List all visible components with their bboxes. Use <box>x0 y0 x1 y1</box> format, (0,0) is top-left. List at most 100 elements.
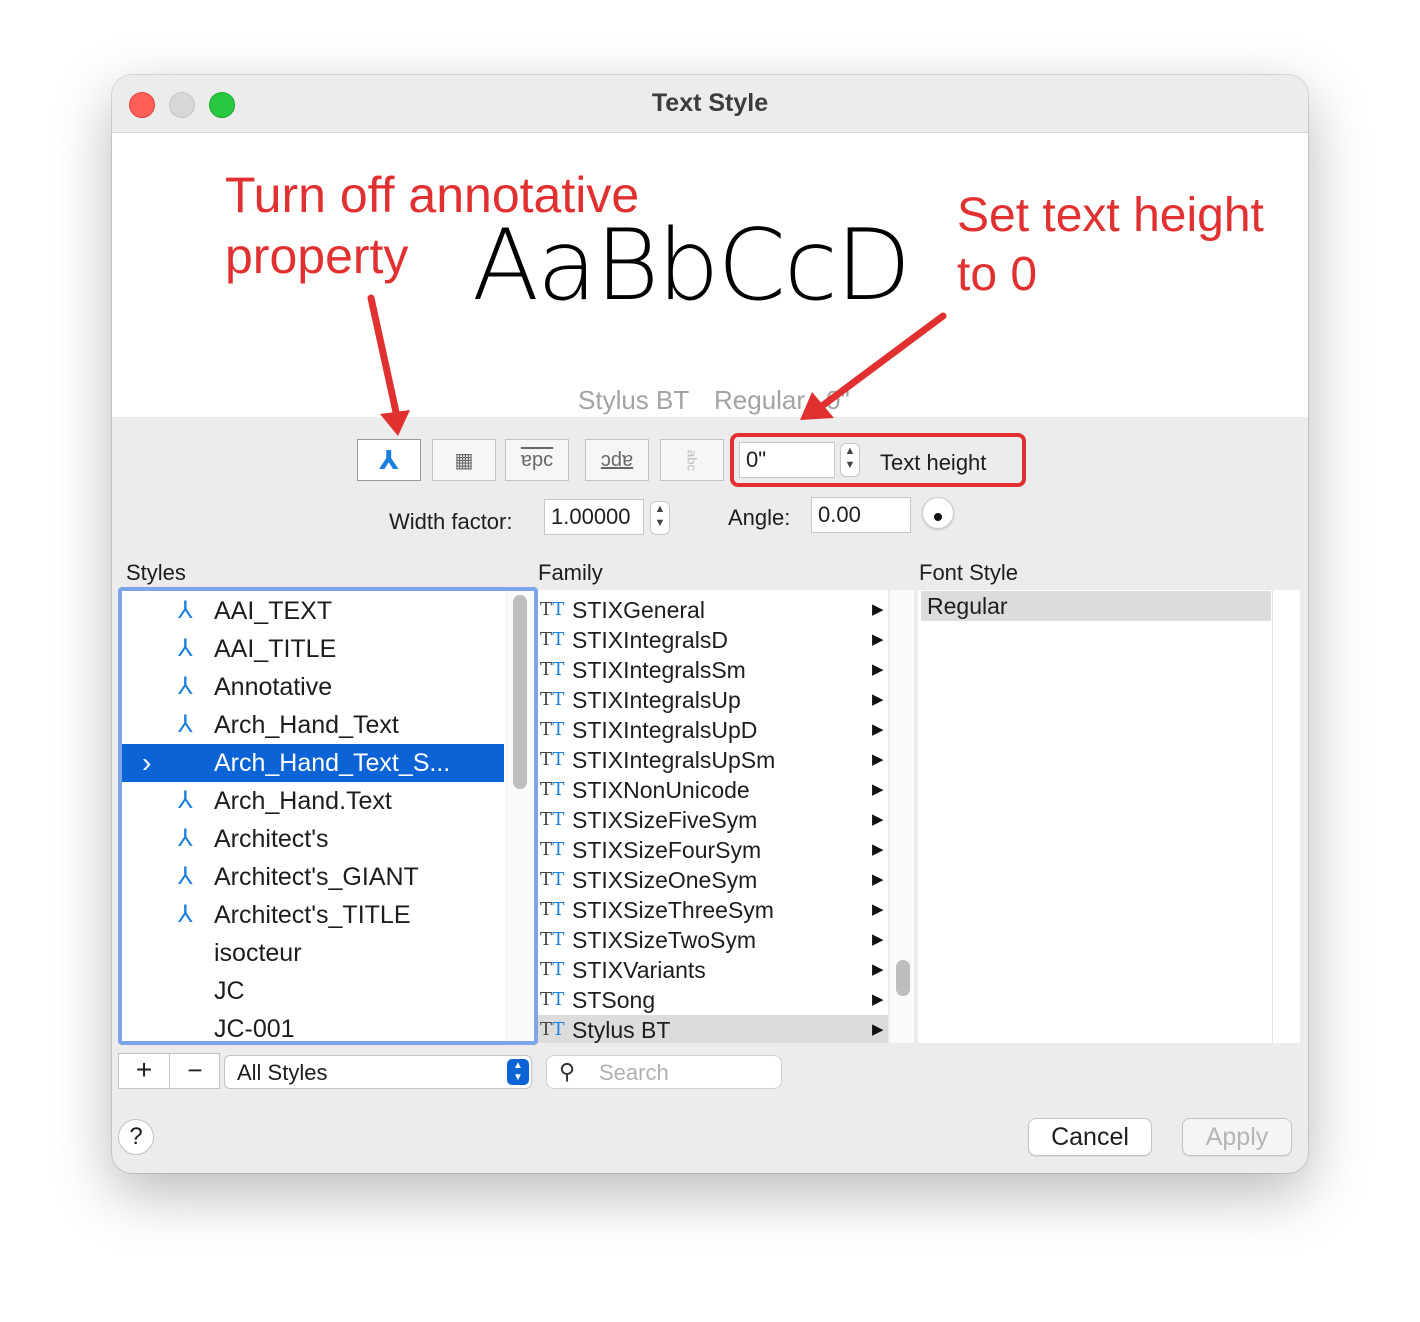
style-item[interactable]: ⅄ AAI_TEXT <box>122 592 504 630</box>
style-item[interactable]: › Arch_Hand_Text_S... <box>122 744 504 782</box>
backwards-button[interactable]: ɔdɐ <box>585 439 649 481</box>
family-item[interactable]: TT STIXSizeTwoSym ▶ <box>538 925 888 955</box>
family-item-label: STIXSizeFiveSym <box>572 807 758 833</box>
annotative-icon: ⅄ <box>178 711 193 738</box>
submenu-arrow-icon: ▶ <box>872 811 884 828</box>
styles-list[interactable]: ⅄ AAI_TEXT ⅄ AAI_TITLE ⅄ Annotative ⅄ Arch_Hand… <box>118 587 538 1045</box>
angle-dial[interactable] <box>922 497 954 529</box>
truetype-font-icon: TT <box>540 779 565 800</box>
angle-input[interactable]: 0.00 <box>811 497 911 533</box>
submenu-arrow-icon: ▶ <box>872 871 884 888</box>
style-item-label: isocteur <box>214 939 302 967</box>
match-style-button[interactable]: ▦ <box>432 439 496 481</box>
upside-down-button[interactable]: ɐpc <box>505 439 569 481</box>
style-item[interactable]: JC-001 <box>122 1010 504 1041</box>
truetype-font-icon: TT <box>540 839 565 860</box>
annotative-callout-text: Turn off annotative property <box>225 165 639 287</box>
annotative-callout-line2: property <box>225 228 409 284</box>
truetype-font-icon: TT <box>540 599 565 620</box>
family-item[interactable]: TT STIXIntegralsUpD ▶ <box>538 715 888 745</box>
submenu-arrow-icon: ▶ <box>872 961 884 978</box>
family-item-label: Stylus BT <box>572 1017 671 1043</box>
family-scrollbar-thumb[interactable] <box>896 960 910 996</box>
style-item[interactable]: ⅄ Architect's <box>122 820 504 858</box>
vertical-text-icon: abc <box>684 449 700 471</box>
style-item-label: Architect's_GIANT <box>214 863 419 891</box>
style-item[interactable]: JC <box>122 972 504 1010</box>
submenu-arrow-icon: ▶ <box>872 1021 884 1038</box>
style-item-label: AAI_TITLE <box>214 635 337 663</box>
style-item[interactable]: ⅄ AAI_TITLE <box>122 630 504 668</box>
vertical-button[interactable]: abc <box>660 439 724 481</box>
apply-button[interactable]: Apply <box>1182 1118 1292 1156</box>
help-button[interactable]: ? <box>118 1119 154 1155</box>
font-style-divider <box>1272 590 1273 1043</box>
annotative-toggle-button[interactable]: ⅄ <box>357 439 421 481</box>
annotative-icon: ⅄ <box>178 901 193 928</box>
family-item[interactable]: TT STIXSizeOneSym ▶ <box>538 865 888 895</box>
family-item[interactable]: TT STIXNonUnicode ▶ <box>538 775 888 805</box>
font-style-item-regular[interactable]: Regular <box>921 591 1271 621</box>
family-item[interactable]: TT Stylus BT ▶ <box>538 1015 888 1043</box>
font-style-list[interactable]: Regular <box>918 590 1300 1043</box>
truetype-font-icon: TT <box>540 959 565 980</box>
style-item-label: Annotative <box>214 673 333 701</box>
style-filter-select[interactable]: All Styles ▲ ▼ <box>224 1055 532 1089</box>
truetype-font-icon: TT <box>540 629 565 650</box>
family-item[interactable]: TT STIXSizeFiveSym ▶ <box>538 805 888 835</box>
select-arrows-icon: ▲ ▼ <box>507 1059 529 1085</box>
add-style-button[interactable]: + <box>119 1054 170 1088</box>
family-list[interactable]: TT STIXGeneral ▶ TT STIXIntegralsD ▶ TT STIXInt… <box>538 590 888 1043</box>
truetype-font-icon: TT <box>540 899 565 920</box>
truetype-font-icon: TT <box>540 989 565 1010</box>
family-item[interactable]: TT STIXIntegralsD ▶ <box>538 625 888 655</box>
truetype-font-icon: TT <box>540 719 565 740</box>
annotative-icon: ⅄ <box>178 673 193 700</box>
style-item[interactable]: ⅄ Architect's_GIANT <box>122 858 504 896</box>
family-item-label: STIXIntegralsSm <box>572 657 746 683</box>
family-item[interactable]: TT STSong ▶ <box>538 985 888 1015</box>
truetype-font-icon: TT <box>540 689 565 710</box>
style-item[interactable]: ⅄ Architect's_TITLE <box>122 896 504 934</box>
family-item[interactable]: TT STIXIntegralsUp ▶ <box>538 685 888 715</box>
style-item[interactable]: ⅄ Arch_Hand_Text <box>122 706 504 744</box>
annotative-icon: ⅄ <box>178 787 193 814</box>
width-factor-stepper[interactable]: ▲ ▼ <box>650 501 670 535</box>
family-item[interactable]: TT STIXGeneral ▶ <box>538 595 888 625</box>
family-search-field[interactable]: ⚲ Search <box>546 1055 782 1089</box>
family-scrollbar-track[interactable] <box>890 590 914 1043</box>
family-item[interactable]: TT STIXVariants ▶ <box>538 955 888 985</box>
search-icon: ⚲ <box>559 1059 576 1084</box>
submenu-arrow-icon: ▶ <box>872 721 884 738</box>
width-factor-input[interactable]: 1.00000 <box>544 499 644 535</box>
submenu-arrow-icon: ▶ <box>872 661 884 678</box>
disclosure-chevron-icon[interactable]: › <box>142 744 151 782</box>
family-item[interactable]: TT STIXSizeFourSym ▶ <box>538 835 888 865</box>
remove-style-button[interactable]: − <box>170 1054 220 1088</box>
styles-scrollbar-thumb[interactable] <box>513 595 527 789</box>
submenu-arrow-icon: ▶ <box>872 931 884 948</box>
family-item[interactable]: TT STIXIntegralsSm ▶ <box>538 655 888 685</box>
family-item-label: STIXIntegralsUp <box>572 687 741 713</box>
family-item[interactable]: TT STIXSizeThreeSym ▶ <box>538 895 888 925</box>
style-item[interactable]: ⅄ Annotative <box>122 668 504 706</box>
family-item-label: STIXIntegralsUpD <box>572 717 758 743</box>
family-item-label: STIXNonUnicode <box>572 777 750 803</box>
height-callout-text: Set text height to 0 <box>957 187 1264 304</box>
title-bar: Text Style <box>112 75 1308 133</box>
submenu-arrow-icon: ▶ <box>872 991 884 1008</box>
backwards-icon: ɔdɐ <box>600 448 634 471</box>
style-item[interactable]: ⅄ Arch_Hand.Text <box>122 782 504 820</box>
family-item[interactable]: TT STIXIntegralsUpSm ▶ <box>538 745 888 775</box>
styles-scrollbar-track[interactable] <box>506 591 533 1041</box>
submenu-arrow-icon: ▶ <box>872 901 884 918</box>
submenu-arrow-icon: ▶ <box>872 631 884 648</box>
style-item[interactable]: isocteur <box>122 934 504 972</box>
width-factor-label: Width factor: <box>389 509 513 534</box>
truetype-font-icon: TT <box>540 659 565 680</box>
submenu-arrow-icon: ▶ <box>872 751 884 768</box>
family-item-label: STIXSizeFourSym <box>572 837 762 863</box>
cancel-button[interactable]: Cancel <box>1028 1118 1152 1156</box>
truetype-font-icon: TT <box>540 1019 565 1040</box>
preview-text-height: 0" <box>826 385 850 415</box>
